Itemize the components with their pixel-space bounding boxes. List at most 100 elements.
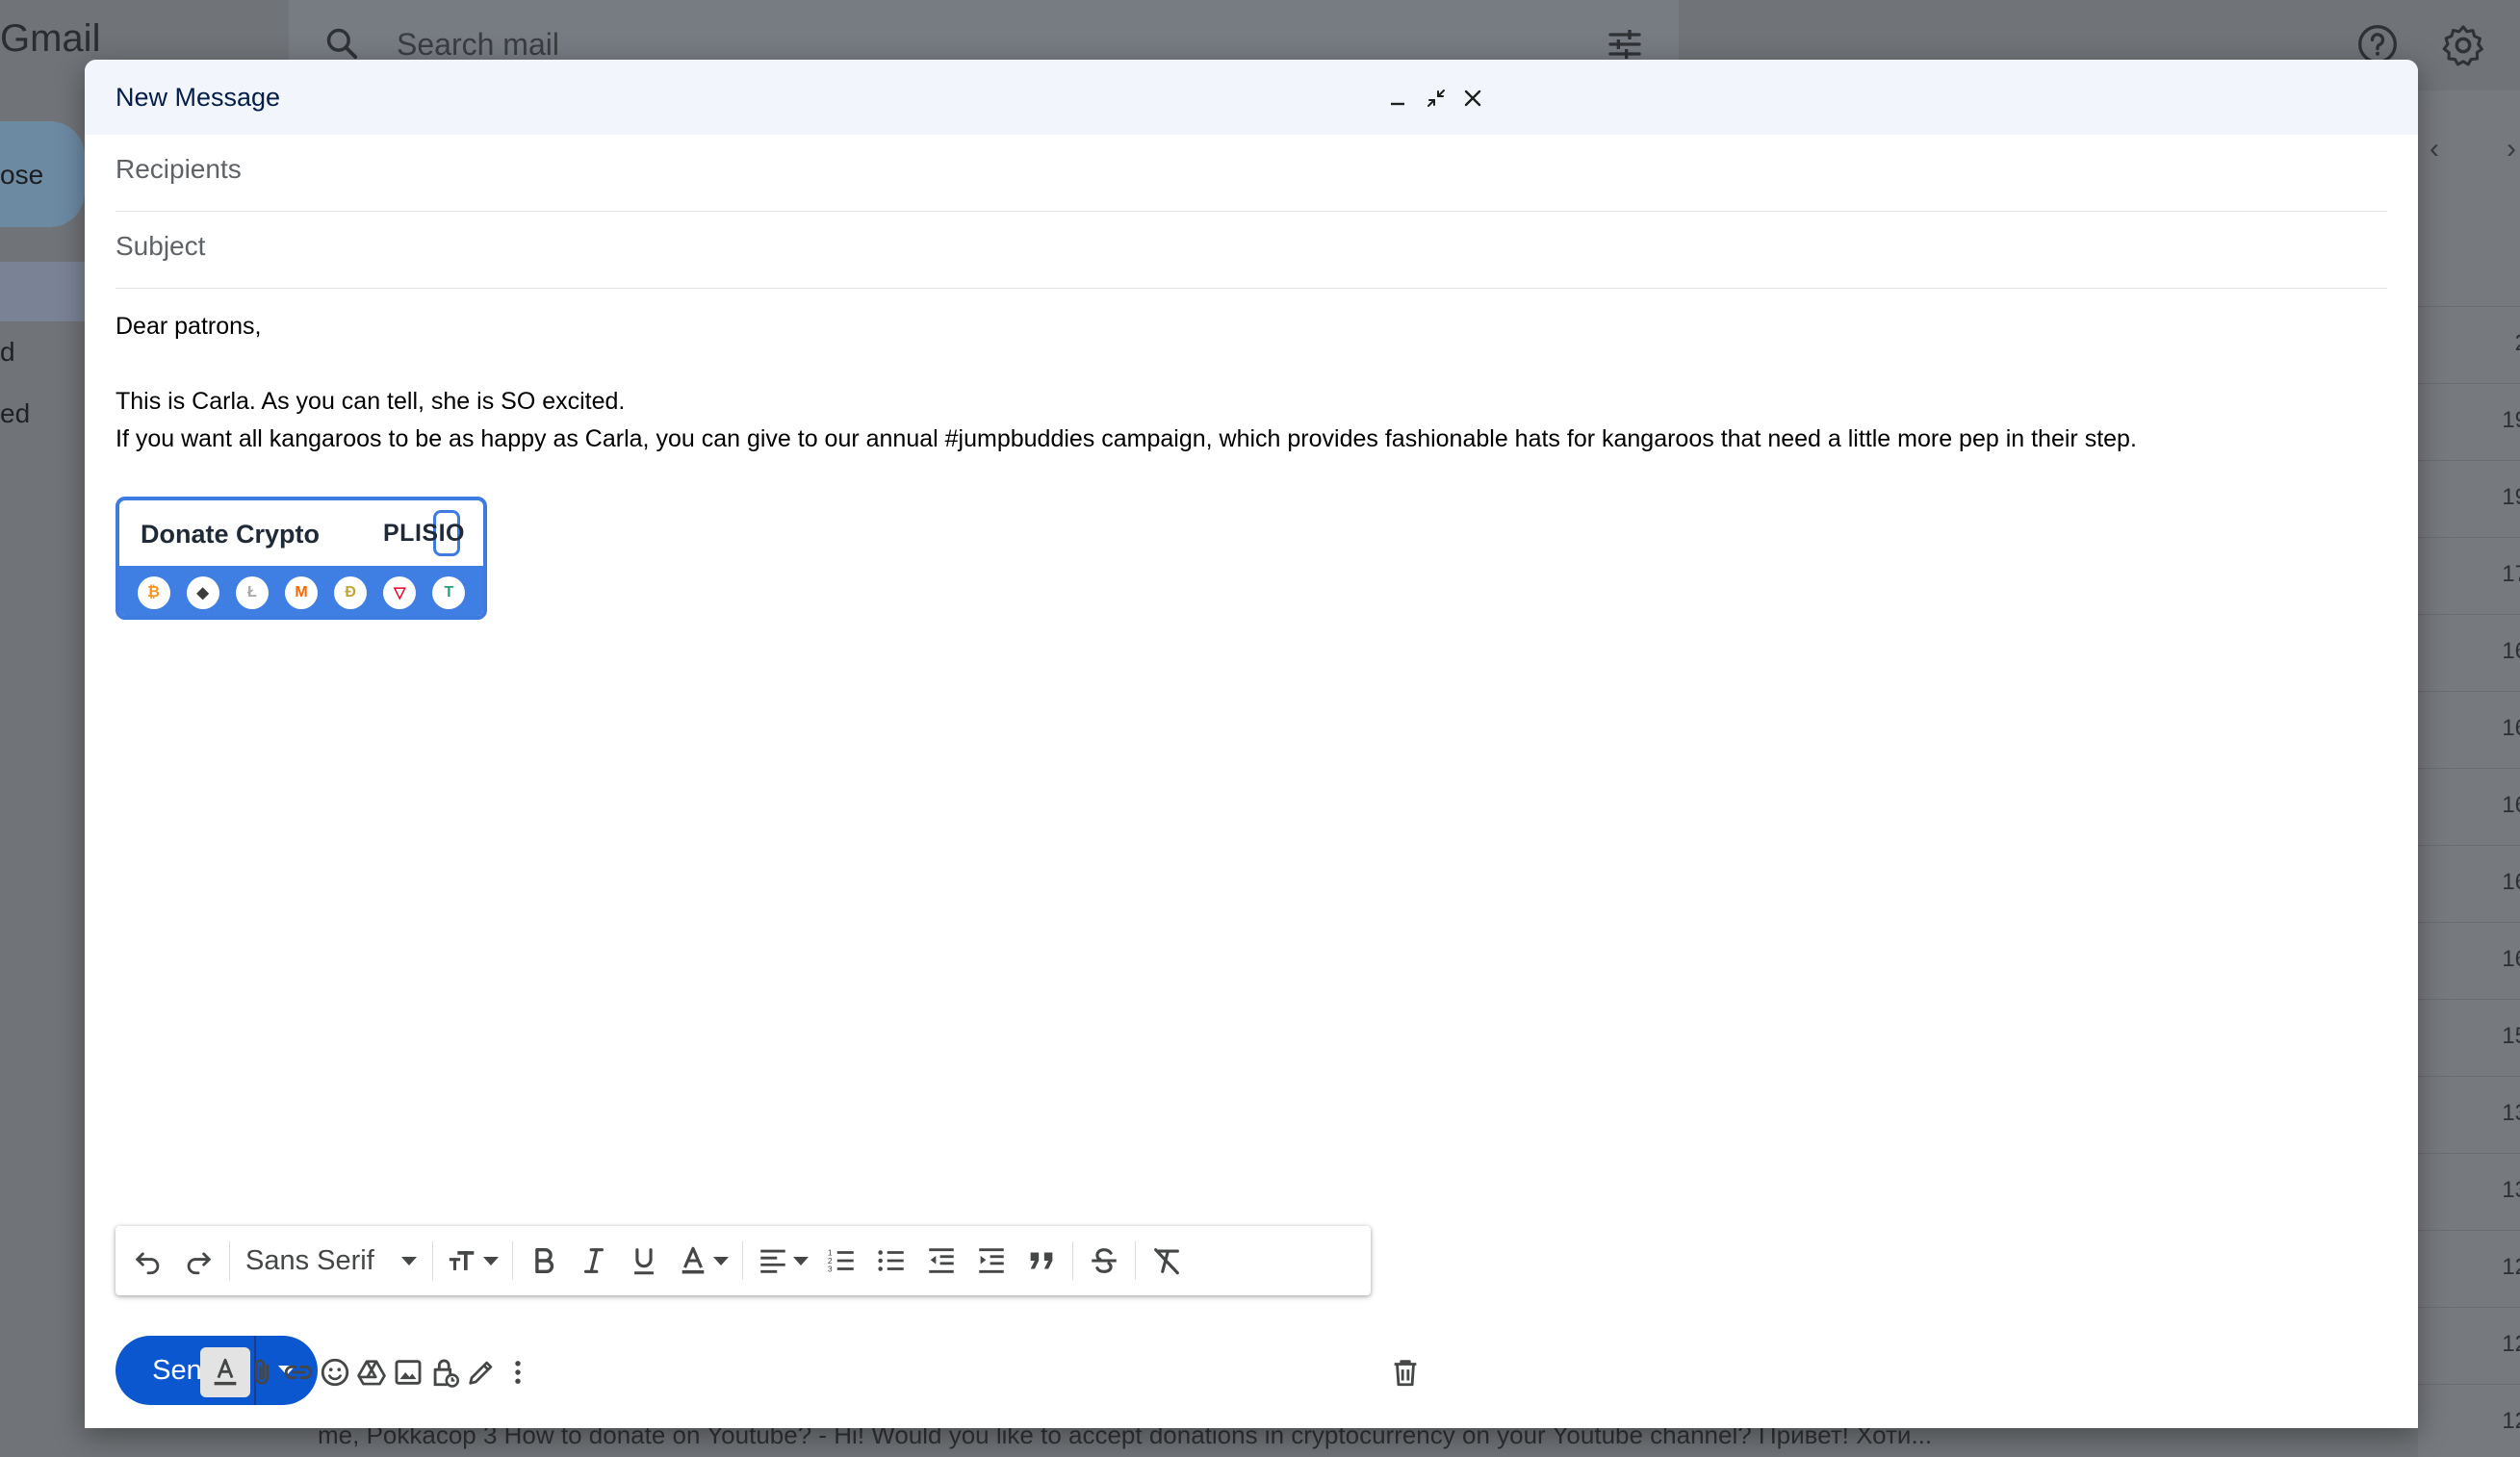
font-size-button[interactable] bbox=[439, 1234, 506, 1288]
indent-more-icon bbox=[979, 1248, 1004, 1273]
search-icon bbox=[326, 28, 358, 60]
plisio-logo: PLISIO bbox=[383, 520, 465, 547]
svg-text:3: 3 bbox=[828, 1264, 833, 1273]
next-page-icon: › bbox=[2507, 133, 2516, 165]
mail-row: 17 bbox=[2418, 537, 2520, 614]
text-size-icon bbox=[449, 1251, 475, 1270]
subject-input[interactable] bbox=[116, 231, 2387, 262]
mail-row: 16 bbox=[2418, 691, 2520, 768]
gmail-logo: Gmail bbox=[0, 17, 101, 60]
compose-window: New Message Dear patrons, This is Carla.… bbox=[85, 60, 2418, 1428]
trash-icon bbox=[1394, 1360, 1417, 1387]
body-greeting: Dear patrons, bbox=[116, 313, 262, 340]
italic-icon bbox=[583, 1248, 604, 1273]
recipients-input[interactable] bbox=[116, 154, 2387, 185]
toolbar-divider bbox=[431, 1241, 433, 1280]
numbered-list-icon: 123 bbox=[828, 1247, 854, 1273]
recipients-field[interactable] bbox=[116, 135, 2387, 212]
mail-row: 12 bbox=[2418, 1230, 2520, 1307]
mail-row: 16 bbox=[2418, 922, 2520, 999]
undo-icon bbox=[136, 1252, 160, 1275]
litecoin-icon: Ł bbox=[235, 576, 269, 609]
donate-label: Donate Crypto bbox=[141, 520, 321, 549]
minimize-icon bbox=[1391, 102, 1404, 106]
body-blank-line bbox=[116, 345, 2387, 383]
mail-row: 16 bbox=[2418, 768, 2520, 845]
tether-icon: T bbox=[432, 576, 466, 609]
mail-row: 13 bbox=[2418, 1153, 2520, 1230]
strikethrough-icon bbox=[1092, 1248, 1117, 1273]
redo-icon bbox=[187, 1252, 211, 1275]
prev-page-icon: ‹ bbox=[2430, 133, 2439, 165]
indent-more-button[interactable] bbox=[966, 1234, 1016, 1288]
remove-formatting-button[interactable] bbox=[1142, 1234, 1192, 1288]
mail-row: 15 bbox=[2418, 999, 2520, 1076]
strikethrough-button[interactable] bbox=[1079, 1234, 1129, 1288]
mail-row: 12 bbox=[2418, 1307, 2520, 1384]
bitcoin-icon: ₿ bbox=[137, 576, 170, 609]
donate-crypto-button[interactable]: Donate Crypto PLISIO ₿ ◆ Ł M Ð ▽ T bbox=[116, 497, 487, 620]
nav-label: ed bbox=[0, 398, 31, 428]
more-vert-icon bbox=[515, 1361, 521, 1384]
indent-less-icon bbox=[929, 1248, 954, 1273]
bold-icon bbox=[535, 1247, 553, 1274]
settings-gear-icon bbox=[2442, 25, 2483, 66]
bulleted-list-button[interactable] bbox=[866, 1234, 916, 1288]
chevron-down-icon bbox=[712, 1256, 729, 1265]
indent-less-button[interactable] bbox=[916, 1234, 966, 1288]
toolbar-divider bbox=[1071, 1241, 1073, 1280]
chevron-down-icon bbox=[400, 1256, 417, 1265]
compose-button-background: ose bbox=[0, 121, 85, 227]
toolbar-divider bbox=[511, 1241, 513, 1280]
more-options-button[interactable] bbox=[493, 1347, 543, 1397]
toolbar-divider bbox=[741, 1241, 743, 1280]
monero-icon: M bbox=[284, 576, 318, 609]
nav-selected-background bbox=[0, 262, 85, 321]
message-body[interactable]: Dear patrons, This is Carla. As you can … bbox=[116, 308, 2387, 458]
chevron-down-icon bbox=[482, 1256, 499, 1265]
minimize-button[interactable] bbox=[1380, 81, 1415, 115]
dogecoin-icon: Ð bbox=[334, 576, 368, 609]
quote-button[interactable] bbox=[1016, 1234, 1067, 1288]
toolbar-divider bbox=[229, 1241, 230, 1280]
compose-header[interactable]: New Message bbox=[85, 60, 2418, 135]
redo-button[interactable] bbox=[173, 1234, 223, 1288]
mail-row: 16 bbox=[2418, 845, 2520, 922]
underline-button[interactable] bbox=[619, 1234, 669, 1288]
italic-button[interactable] bbox=[569, 1234, 619, 1288]
bold-button[interactable] bbox=[519, 1234, 569, 1288]
mail-row: 19 bbox=[2418, 383, 2520, 460]
mail-row: 2 bbox=[2418, 306, 2520, 383]
mail-row: 19 bbox=[2418, 460, 2520, 537]
underline-icon bbox=[633, 1248, 654, 1275]
discard-draft-button[interactable] bbox=[1380, 1347, 1430, 1397]
exit-fullscreen-icon bbox=[1427, 89, 1445, 107]
numbered-list-button[interactable]: 123 bbox=[816, 1234, 866, 1288]
search-options-icon bbox=[1608, 30, 1641, 59]
bulleted-list-icon bbox=[878, 1250, 904, 1271]
align-left-icon bbox=[760, 1249, 785, 1273]
remove-formatting-icon bbox=[1153, 1248, 1179, 1275]
align-button[interactable] bbox=[749, 1234, 816, 1288]
tron-icon: ▽ bbox=[383, 576, 417, 609]
search-placeholder: Search mail bbox=[397, 27, 559, 62]
undo-button[interactable] bbox=[123, 1234, 173, 1288]
text-color-icon bbox=[681, 1246, 705, 1274]
mail-row: 13 bbox=[2418, 1076, 2520, 1153]
nav-label: d bbox=[0, 337, 15, 367]
subject-field[interactable] bbox=[116, 212, 2387, 289]
toolbar-divider bbox=[1134, 1241, 1136, 1280]
exit-fullscreen-button[interactable] bbox=[1419, 81, 1453, 115]
text-color-button[interactable] bbox=[669, 1234, 736, 1288]
font-family-select[interactable]: Sans Serif bbox=[236, 1234, 426, 1288]
compose-title: New Message bbox=[116, 83, 281, 112]
body-line: This is Carla. As you can tell, she is S… bbox=[116, 388, 626, 415]
quote-icon bbox=[1030, 1252, 1053, 1269]
mail-row: 16 bbox=[2418, 614, 2520, 691]
font-family-label: Sans Serif bbox=[245, 1244, 374, 1276]
close-button[interactable] bbox=[1455, 81, 1490, 115]
crypto-coin-row: ₿ ◆ Ł M Ð ▽ T bbox=[119, 566, 483, 616]
formatting-toolbar: Sans Serif 123 bbox=[116, 1226, 1371, 1295]
chevron-down-icon bbox=[792, 1256, 809, 1265]
body-line: If you want all kangaroos to be as happy… bbox=[116, 425, 2137, 452]
